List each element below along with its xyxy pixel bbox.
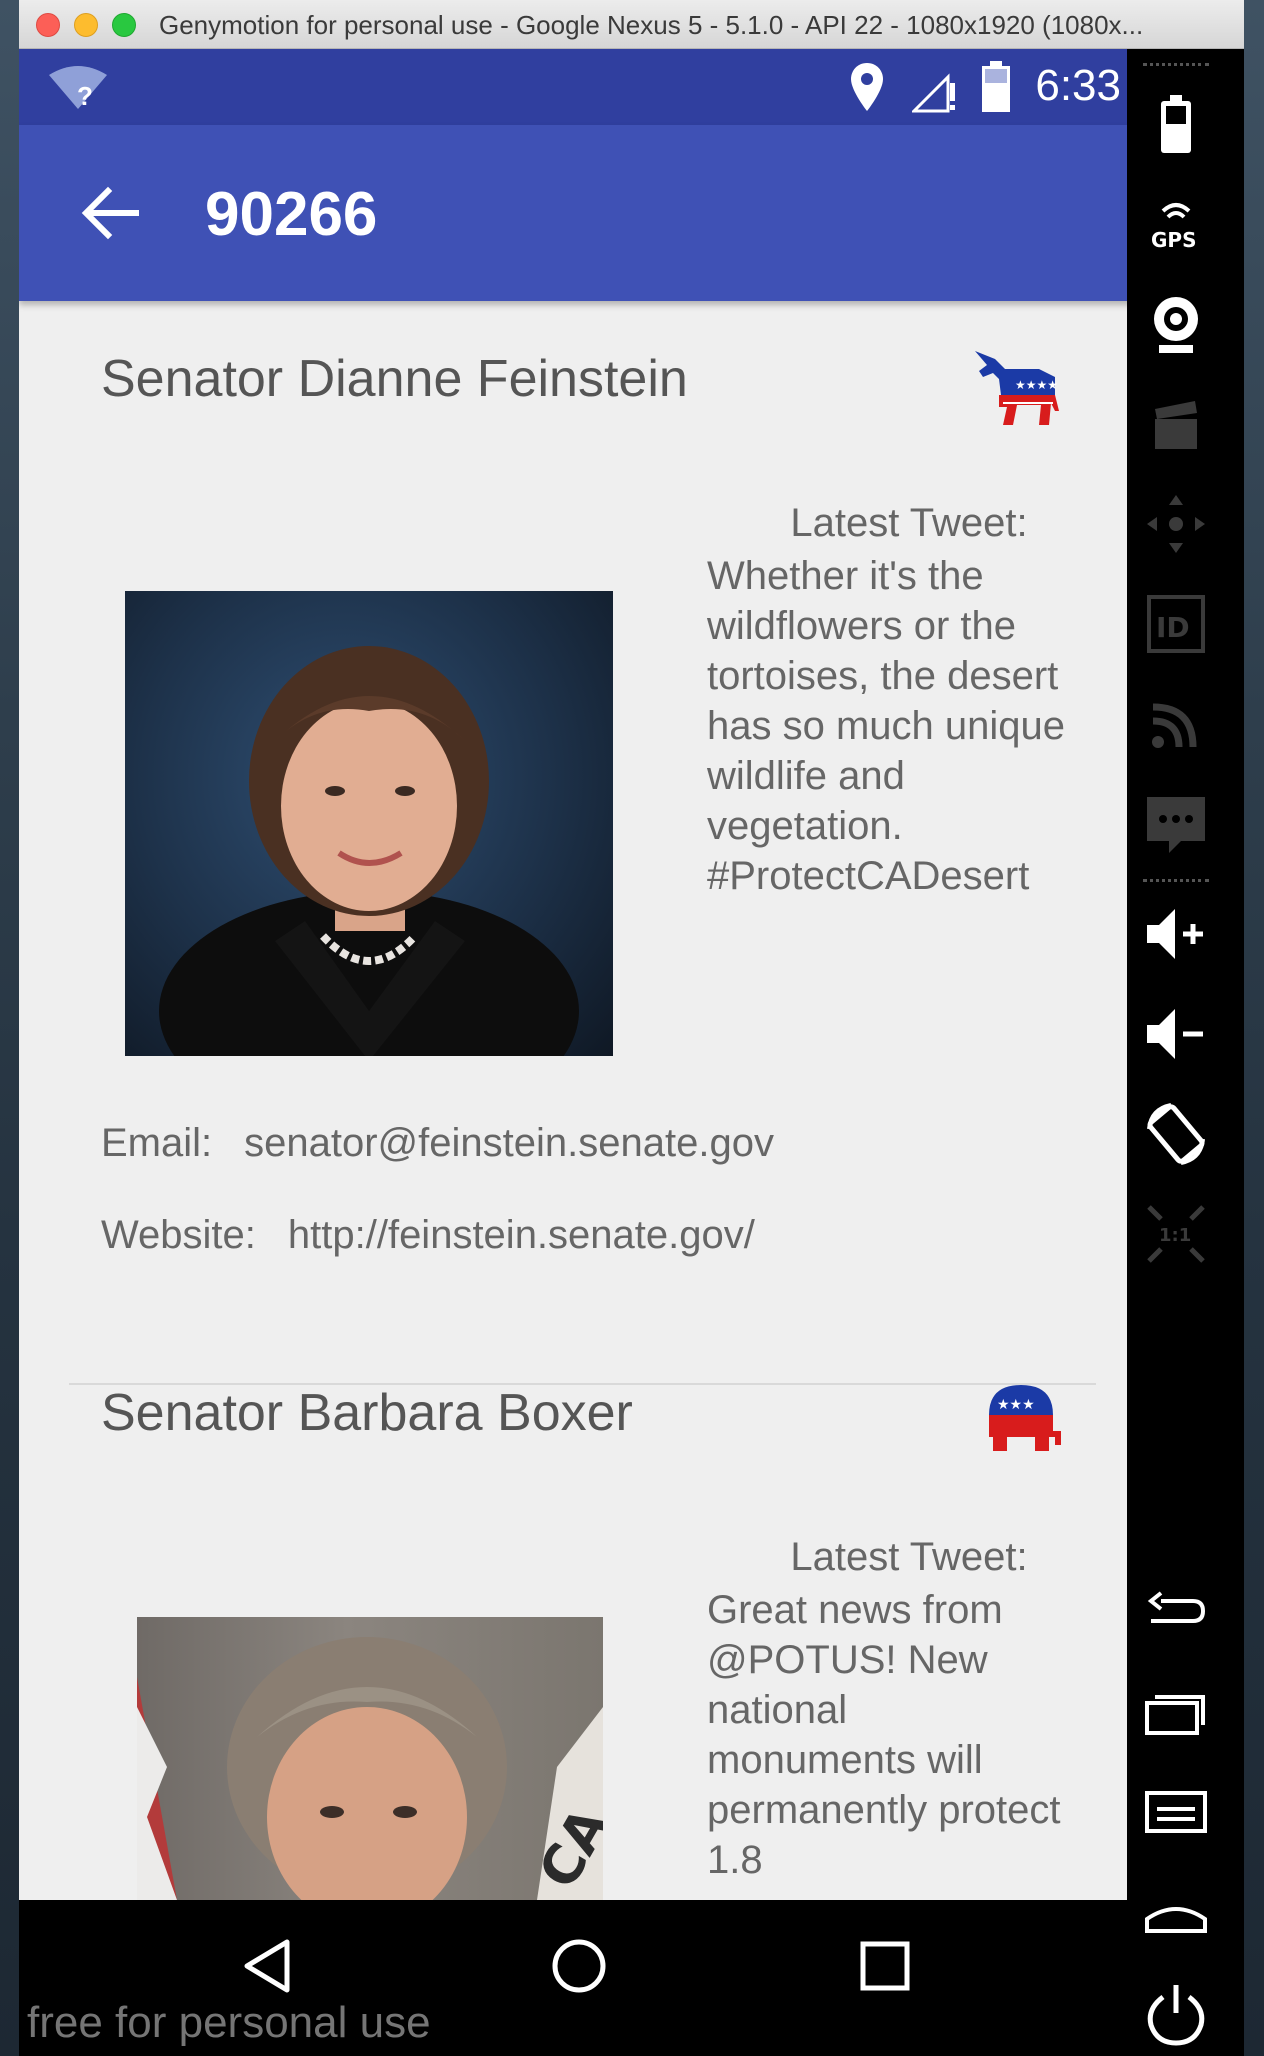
website-label: Website:: [101, 1213, 256, 1257]
nav-back-icon[interactable]: [237, 1936, 297, 1996]
hw-back-icon[interactable]: [1141, 1579, 1211, 1649]
latest-tweet-text: Whether it's the wildflowers or the tort…: [707, 554, 1066, 898]
svg-text:GPS: GPS: [1151, 228, 1196, 252]
latest-tweet-text: Great news from @POTUS! New national mon…: [707, 1588, 1061, 1882]
email-link[interactable]: senator@feinstein.senate.gov: [244, 1121, 774, 1165]
toolbar-separator: [1143, 879, 1209, 882]
representative-name: Senator Dianne Feinstein: [101, 350, 688, 408]
website-row: Website: http://feinstein.senate.gov/: [101, 1213, 755, 1258]
representative-photo: [125, 591, 613, 1056]
portrait-image: [159, 646, 579, 1056]
window-title: Genymotion for personal use - Google Nex…: [159, 10, 1144, 40]
nav-recents-icon[interactable]: [855, 1936, 915, 1996]
signal-icon: [912, 73, 955, 113]
hw-menu-icon[interactable]: [1141, 1779, 1211, 1849]
democrat-donkey-icon: ★★★★: [975, 351, 1059, 425]
toolbar-separator: [1143, 63, 1209, 66]
representative-card[interactable]: Senator Dianne Feinstein ★★★★ Latest Twe…: [19, 301, 1146, 1386]
hw-recent-apps-icon[interactable]: [1141, 1679, 1211, 1749]
website-link[interactable]: http://feinstein.senate.gov/: [288, 1213, 755, 1257]
latest-tweet-label: Latest Tweet:: [790, 1535, 1028, 1579]
status-time: 6:33: [1035, 61, 1121, 110]
screencast-widget-icon[interactable]: [1141, 389, 1211, 459]
pixel-perfect-icon[interactable]: 1:1: [1141, 1199, 1211, 1269]
representative-name: Senator Barbara Boxer: [101, 1384, 633, 1442]
app-toolbar: 90266: [19, 125, 1146, 301]
webcam-widget-icon[interactable]: [1141, 289, 1211, 359]
representatives-list[interactable]: Senator Dianne Feinstein ★★★★ Latest Twe…: [19, 301, 1146, 1900]
android-status-bar: ? 6:33: [19, 49, 1146, 125]
svg-text:ID: ID: [1156, 611, 1190, 644]
gps-widget-icon[interactable]: GPS: [1141, 189, 1211, 259]
power-icon[interactable]: [1141, 1979, 1211, 2049]
page-title: 90266: [205, 180, 378, 249]
representative-card[interactable]: Senator Barbara Boxer ★★★ CA Latest Twee…: [19, 1384, 1146, 1900]
wifi-unknown-icon: ?: [49, 66, 107, 111]
location-icon: [851, 63, 883, 111]
network-widget-icon[interactable]: [1141, 689, 1211, 759]
device-id-widget-icon[interactable]: ID: [1141, 589, 1211, 659]
volume-down-icon[interactable]: [1141, 999, 1211, 1069]
phone-sms-widget-icon[interactable]: [1141, 789, 1211, 859]
minimize-window-button[interactable]: [74, 13, 98, 37]
window-titlebar: Genymotion for personal use - Google Nex…: [19, 0, 1244, 49]
portrait-image: CA: [137, 1637, 603, 1900]
email-row: Email: senator@feinstein.senate.gov: [101, 1121, 774, 1166]
battery-widget-icon[interactable]: [1141, 89, 1211, 159]
genymotion-window: Genymotion for personal use - Google Nex…: [19, 0, 1244, 2056]
email-label: Email:: [101, 1121, 213, 1165]
device-screen: ? 6:33 90266 Senator Dianne Feinstein ★★…: [19, 49, 1146, 1900]
genymotion-toolbar: GPS ID 1:1: [1127, 49, 1225, 2056]
battery-icon: [982, 61, 1010, 112]
hw-home-icon[interactable]: [1141, 1879, 1211, 1949]
svg-text:1:1: 1:1: [1159, 1225, 1191, 1246]
personal-use-watermark: free for personal use: [27, 1998, 431, 2047]
dpad-widget-icon[interactable]: [1141, 489, 1211, 559]
republican-elephant-icon: ★★★: [989, 1385, 1061, 1451]
rotate-screen-icon[interactable]: [1141, 1099, 1211, 1169]
latest-tweet-label: Latest Tweet:: [790, 501, 1028, 545]
svg-text:★★★★: ★★★★: [1015, 378, 1058, 392]
zoom-window-button[interactable]: [112, 13, 136, 37]
svg-text:?: ?: [77, 81, 93, 111]
close-window-button[interactable]: [36, 13, 60, 37]
nav-home-icon[interactable]: [549, 1936, 609, 1996]
volume-up-icon[interactable]: [1141, 899, 1211, 969]
representative-photo: CA: [137, 1617, 603, 1900]
back-arrow-icon[interactable]: [74, 177, 146, 249]
svg-text:★★★: ★★★: [997, 1397, 1035, 1413]
